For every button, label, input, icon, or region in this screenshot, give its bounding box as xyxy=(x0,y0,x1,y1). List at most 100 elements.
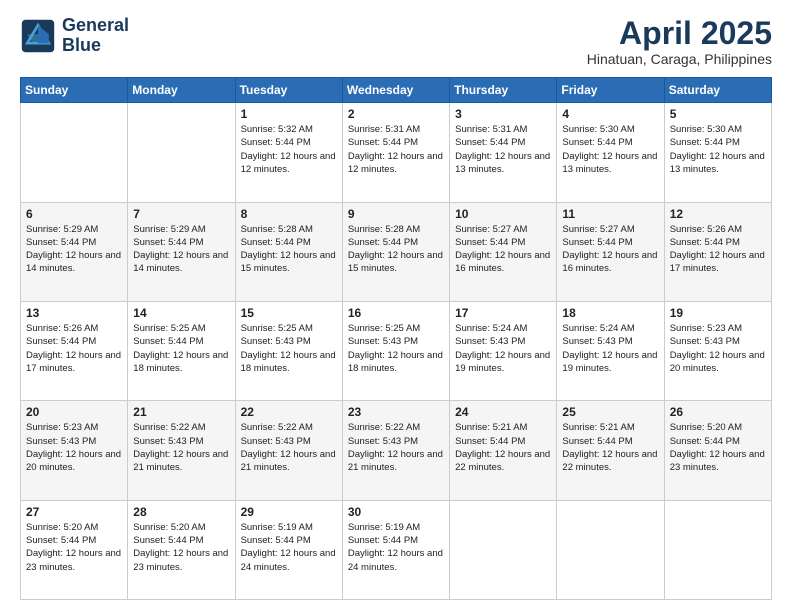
calendar-cell: 9 Sunrise: 5:28 AMSunset: 5:44 PMDayligh… xyxy=(342,202,449,301)
day-info: Sunrise: 5:28 AMSunset: 5:44 PMDaylight:… xyxy=(348,223,444,276)
calendar-cell: 26 Sunrise: 5:20 AMSunset: 5:44 PMDaylig… xyxy=(664,401,771,500)
th-tuesday: Tuesday xyxy=(235,78,342,103)
day-info: Sunrise: 5:19 AMSunset: 5:44 PMDaylight:… xyxy=(348,521,444,574)
day-number: 4 xyxy=(562,107,658,121)
day-number: 30 xyxy=(348,505,444,519)
day-number: 29 xyxy=(241,505,337,519)
logo-text: General Blue xyxy=(62,16,129,56)
day-info: Sunrise: 5:25 AMSunset: 5:43 PMDaylight:… xyxy=(348,322,444,375)
calendar-cell xyxy=(664,500,771,599)
calendar-cell: 7 Sunrise: 5:29 AMSunset: 5:44 PMDayligh… xyxy=(128,202,235,301)
day-number: 3 xyxy=(455,107,551,121)
calendar-cell: 27 Sunrise: 5:20 AMSunset: 5:44 PMDaylig… xyxy=(21,500,128,599)
day-info: Sunrise: 5:24 AMSunset: 5:43 PMDaylight:… xyxy=(562,322,658,375)
calendar-cell: 5 Sunrise: 5:30 AMSunset: 5:44 PMDayligh… xyxy=(664,103,771,202)
day-info: Sunrise: 5:23 AMSunset: 5:43 PMDaylight:… xyxy=(670,322,766,375)
day-number: 15 xyxy=(241,306,337,320)
calendar-cell: 28 Sunrise: 5:20 AMSunset: 5:44 PMDaylig… xyxy=(128,500,235,599)
calendar-title: April 2025 xyxy=(587,16,772,51)
day-number: 18 xyxy=(562,306,658,320)
day-info: Sunrise: 5:32 AMSunset: 5:44 PMDaylight:… xyxy=(241,123,337,176)
day-number: 9 xyxy=(348,207,444,221)
day-number: 23 xyxy=(348,405,444,419)
day-info: Sunrise: 5:28 AMSunset: 5:44 PMDaylight:… xyxy=(241,223,337,276)
calendar-table: Sunday Monday Tuesday Wednesday Thursday… xyxy=(20,77,772,600)
day-number: 16 xyxy=(348,306,444,320)
th-friday: Friday xyxy=(557,78,664,103)
calendar-cell xyxy=(128,103,235,202)
day-number: 2 xyxy=(348,107,444,121)
calendar-cell: 1 Sunrise: 5:32 AMSunset: 5:44 PMDayligh… xyxy=(235,103,342,202)
day-number: 21 xyxy=(133,405,229,419)
calendar-cell: 17 Sunrise: 5:24 AMSunset: 5:43 PMDaylig… xyxy=(450,301,557,400)
day-info: Sunrise: 5:21 AMSunset: 5:44 PMDaylight:… xyxy=(455,421,551,474)
calendar-cell: 16 Sunrise: 5:25 AMSunset: 5:43 PMDaylig… xyxy=(342,301,449,400)
calendar-cell xyxy=(21,103,128,202)
th-wednesday: Wednesday xyxy=(342,78,449,103)
calendar-cell: 10 Sunrise: 5:27 AMSunset: 5:44 PMDaylig… xyxy=(450,202,557,301)
day-info: Sunrise: 5:27 AMSunset: 5:44 PMDaylight:… xyxy=(455,223,551,276)
page: General Blue April 2025 Hinatuan, Caraga… xyxy=(0,0,792,612)
day-info: Sunrise: 5:30 AMSunset: 5:44 PMDaylight:… xyxy=(670,123,766,176)
day-number: 17 xyxy=(455,306,551,320)
calendar-row-2: 13 Sunrise: 5:26 AMSunset: 5:44 PMDaylig… xyxy=(21,301,772,400)
day-number: 1 xyxy=(241,107,337,121)
day-info: Sunrise: 5:22 AMSunset: 5:43 PMDaylight:… xyxy=(348,421,444,474)
calendar-cell xyxy=(450,500,557,599)
day-number: 22 xyxy=(241,405,337,419)
day-info: Sunrise: 5:25 AMSunset: 5:43 PMDaylight:… xyxy=(241,322,337,375)
calendar-cell: 13 Sunrise: 5:26 AMSunset: 5:44 PMDaylig… xyxy=(21,301,128,400)
day-number: 6 xyxy=(26,207,122,221)
day-number: 10 xyxy=(455,207,551,221)
day-info: Sunrise: 5:29 AMSunset: 5:44 PMDaylight:… xyxy=(133,223,229,276)
logo: General Blue xyxy=(20,16,129,56)
calendar-cell: 15 Sunrise: 5:25 AMSunset: 5:43 PMDaylig… xyxy=(235,301,342,400)
title-block: April 2025 Hinatuan, Caraga, Philippines xyxy=(587,16,772,67)
day-info: Sunrise: 5:19 AMSunset: 5:44 PMDaylight:… xyxy=(241,521,337,574)
day-info: Sunrise: 5:27 AMSunset: 5:44 PMDaylight:… xyxy=(562,223,658,276)
calendar-cell: 23 Sunrise: 5:22 AMSunset: 5:43 PMDaylig… xyxy=(342,401,449,500)
day-number: 8 xyxy=(241,207,337,221)
calendar-cell: 30 Sunrise: 5:19 AMSunset: 5:44 PMDaylig… xyxy=(342,500,449,599)
calendar-cell xyxy=(557,500,664,599)
calendar-cell: 21 Sunrise: 5:22 AMSunset: 5:43 PMDaylig… xyxy=(128,401,235,500)
calendar-row-1: 6 Sunrise: 5:29 AMSunset: 5:44 PMDayligh… xyxy=(21,202,772,301)
calendar-row-4: 27 Sunrise: 5:20 AMSunset: 5:44 PMDaylig… xyxy=(21,500,772,599)
calendar-cell: 20 Sunrise: 5:23 AMSunset: 5:43 PMDaylig… xyxy=(21,401,128,500)
day-info: Sunrise: 5:23 AMSunset: 5:43 PMDaylight:… xyxy=(26,421,122,474)
day-info: Sunrise: 5:22 AMSunset: 5:43 PMDaylight:… xyxy=(241,421,337,474)
calendar-cell: 29 Sunrise: 5:19 AMSunset: 5:44 PMDaylig… xyxy=(235,500,342,599)
day-number: 28 xyxy=(133,505,229,519)
day-info: Sunrise: 5:30 AMSunset: 5:44 PMDaylight:… xyxy=(562,123,658,176)
day-info: Sunrise: 5:24 AMSunset: 5:43 PMDaylight:… xyxy=(455,322,551,375)
day-info: Sunrise: 5:26 AMSunset: 5:44 PMDaylight:… xyxy=(670,223,766,276)
th-thursday: Thursday xyxy=(450,78,557,103)
day-number: 27 xyxy=(26,505,122,519)
calendar-cell: 12 Sunrise: 5:26 AMSunset: 5:44 PMDaylig… xyxy=(664,202,771,301)
day-number: 20 xyxy=(26,405,122,419)
calendar-cell: 18 Sunrise: 5:24 AMSunset: 5:43 PMDaylig… xyxy=(557,301,664,400)
day-info: Sunrise: 5:29 AMSunset: 5:44 PMDaylight:… xyxy=(26,223,122,276)
day-number: 5 xyxy=(670,107,766,121)
day-number: 19 xyxy=(670,306,766,320)
day-info: Sunrise: 5:20 AMSunset: 5:44 PMDaylight:… xyxy=(26,521,122,574)
day-number: 25 xyxy=(562,405,658,419)
th-saturday: Saturday xyxy=(664,78,771,103)
day-number: 14 xyxy=(133,306,229,320)
day-info: Sunrise: 5:31 AMSunset: 5:44 PMDaylight:… xyxy=(348,123,444,176)
day-info: Sunrise: 5:25 AMSunset: 5:44 PMDaylight:… xyxy=(133,322,229,375)
calendar-cell: 3 Sunrise: 5:31 AMSunset: 5:44 PMDayligh… xyxy=(450,103,557,202)
logo-line2: Blue xyxy=(62,36,129,56)
day-number: 26 xyxy=(670,405,766,419)
calendar-cell: 25 Sunrise: 5:21 AMSunset: 5:44 PMDaylig… xyxy=(557,401,664,500)
calendar-subtitle: Hinatuan, Caraga, Philippines xyxy=(587,51,772,67)
th-monday: Monday xyxy=(128,78,235,103)
calendar-cell: 22 Sunrise: 5:22 AMSunset: 5:43 PMDaylig… xyxy=(235,401,342,500)
day-number: 7 xyxy=(133,207,229,221)
calendar-cell: 11 Sunrise: 5:27 AMSunset: 5:44 PMDaylig… xyxy=(557,202,664,301)
calendar-cell: 6 Sunrise: 5:29 AMSunset: 5:44 PMDayligh… xyxy=(21,202,128,301)
weekday-header-row: Sunday Monday Tuesday Wednesday Thursday… xyxy=(21,78,772,103)
logo-line1: General xyxy=(62,16,129,36)
day-number: 24 xyxy=(455,405,551,419)
calendar-cell: 14 Sunrise: 5:25 AMSunset: 5:44 PMDaylig… xyxy=(128,301,235,400)
